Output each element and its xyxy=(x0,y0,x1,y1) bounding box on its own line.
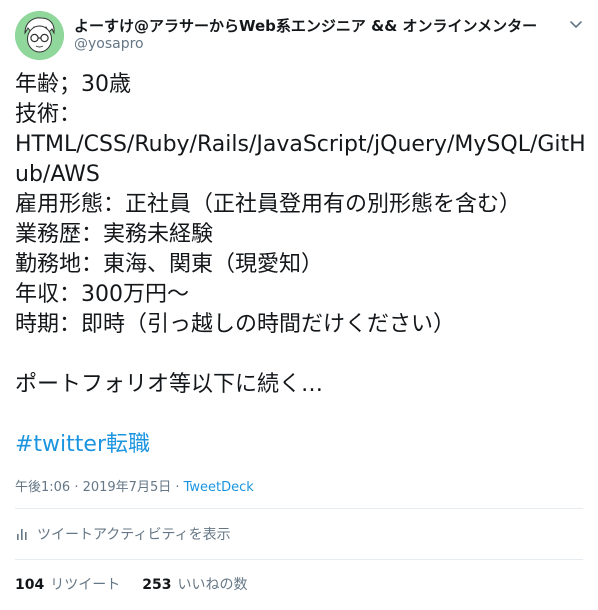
tweet-card: よーすけ@アラサーからWeb系エンジニア && オンラインメンター @yosap… xyxy=(0,0,598,610)
tweet-line-skills-label: 技術： xyxy=(15,102,82,127)
tweet-meta: 午後1:06 · 2019年7月5日 · TweetDeck xyxy=(15,476,254,495)
tweet-line-employment: 雇用形態：正社員（正社員登用有の別形態を含む） xyxy=(15,192,522,217)
view-activity-label: ツイートアクティビティを表示 xyxy=(37,527,231,543)
tweet-line-portfolio: ポートフォリオ等以下に続く… xyxy=(15,372,324,397)
tweet-line-age: 年齢；30歳 xyxy=(15,72,131,97)
tweet-line-skills-1: HTML/CSS/Ruby/Rails/JavaScript/jQuery/My… xyxy=(15,132,586,157)
hashtag-link[interactable]: #twitter転職 xyxy=(15,432,150,457)
tweet-text: 年齢；30歳 技術： HTML/CSS/Ruby/Rails/JavaScrip… xyxy=(15,70,586,400)
likes-count: 253 xyxy=(142,577,172,593)
avatar[interactable] xyxy=(15,11,64,60)
tweet-line-skills-2: ub/AWS xyxy=(15,162,100,187)
divider xyxy=(15,508,583,509)
retweets-stat[interactable]: 104 リツイート xyxy=(15,574,120,594)
tweet-stats: 104 リツイート 253 いいねの数 xyxy=(15,574,269,594)
display-name[interactable]: よーすけ@アラサーからWeb系エンジニア && オンラインメンター xyxy=(74,15,537,36)
divider xyxy=(15,559,583,560)
tweet-line-salary: 年収：300万円〜 xyxy=(15,282,189,307)
retweets-count: 104 xyxy=(15,577,45,593)
view-activity-button[interactable]: ツイートアクティビティを表示 xyxy=(15,523,231,545)
tweet-line-timing: 時期：即時（引っ越しの時間だけください） xyxy=(15,312,456,337)
hashtag-row: #twitter転職 xyxy=(15,430,150,460)
tweet-source-link[interactable]: TweetDeck xyxy=(184,480,254,495)
likes-label: いいねの数 xyxy=(177,577,248,593)
user-handle[interactable]: @yosapro xyxy=(74,36,144,52)
tweet-line-experience: 業務歴：実務未経験 xyxy=(15,222,214,247)
bar-chart-icon xyxy=(15,527,29,541)
tweet-datetime[interactable]: 午後1:06 · 2019年7月5日 · xyxy=(15,480,184,495)
retweets-label: リツイート xyxy=(50,577,121,593)
likes-stat[interactable]: 253 いいねの数 xyxy=(142,574,247,594)
chevron-down-icon[interactable] xyxy=(566,14,586,34)
tweet-line-location: 勤務地：東海、関東（現愛知） xyxy=(15,252,324,277)
